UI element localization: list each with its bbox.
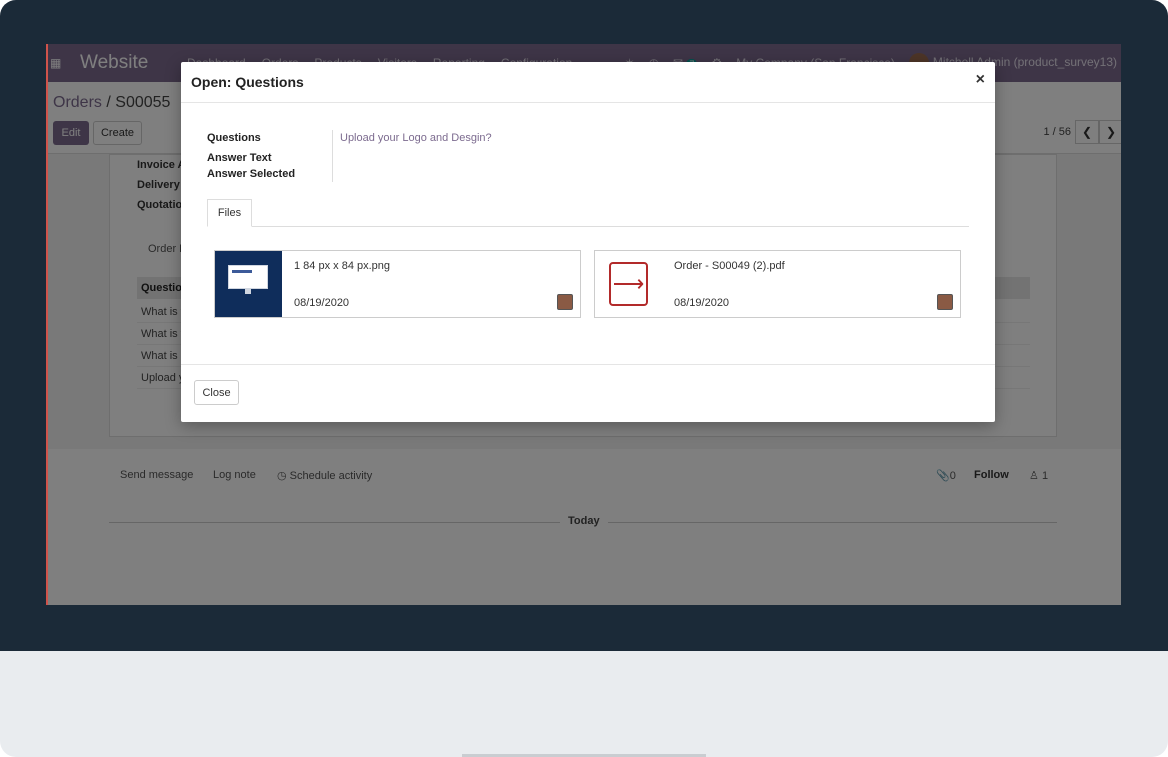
dialog-title: Open: Questions	[191, 74, 304, 90]
questions-value-link[interactable]: Upload your Logo and Desgin?	[340, 132, 492, 144]
field-separator	[332, 130, 333, 182]
attachment-card[interactable]: 1 84 px x 84 px.png 08/19/2020	[214, 250, 581, 318]
monitor-stand	[245, 289, 251, 294]
tabs-underline	[207, 226, 969, 227]
close-icon[interactable]: ×	[976, 71, 985, 89]
monitor-icon	[228, 265, 268, 289]
attachment-date: 08/19/2020	[294, 297, 350, 309]
dialog-header: Open: Questions ×	[181, 62, 995, 103]
pdf-file-icon[interactable]: ⟶	[609, 262, 648, 306]
close-button[interactable]: Close	[194, 380, 239, 405]
device-frame: ▦ Website Dashboard Orders Products Visi…	[0, 0, 1168, 757]
avatar	[557, 294, 573, 310]
field-label-answer-text: Answer Text	[207, 152, 272, 164]
attachment-card[interactable]: ⟶ Order - S00049 (2).pdf 08/19/2020	[594, 250, 961, 318]
attachment-name[interactable]: 1 84 px x 84 px.png	[294, 260, 390, 272]
attachment-name[interactable]: Order - S00049 (2).pdf	[674, 260, 785, 272]
questions-dialog: Open: Questions × Questions Answer Text …	[181, 62, 995, 422]
field-label-answer-selected: Answer Selected	[207, 168, 296, 180]
avatar	[937, 294, 953, 310]
image-thumbnail[interactable]	[215, 251, 282, 317]
dialog-footer: Close	[181, 364, 995, 422]
field-label-questions: Questions	[207, 132, 261, 144]
attachment-date: 08/19/2020	[674, 297, 730, 309]
tab-files[interactable]: Files	[207, 199, 252, 227]
